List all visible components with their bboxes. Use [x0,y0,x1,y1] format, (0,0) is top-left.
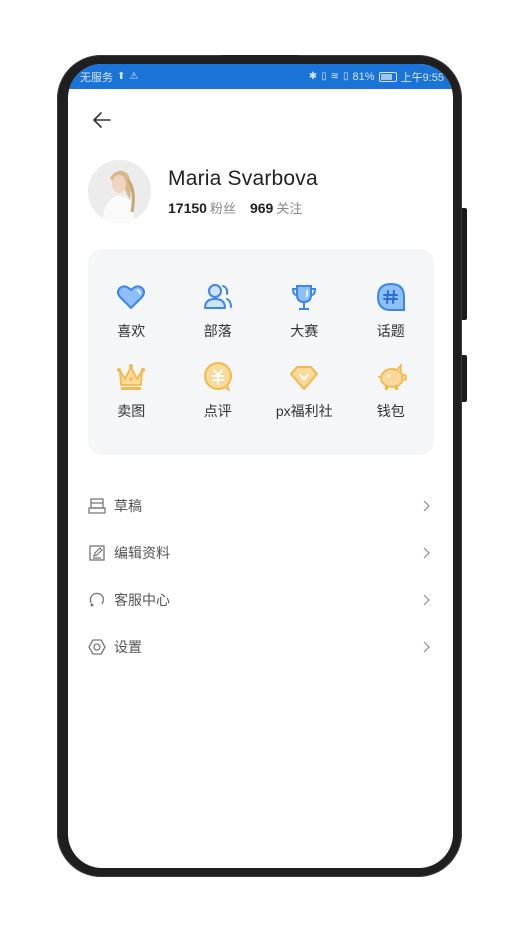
menu-item-edit-profile[interactable]: 编辑资料 [88,529,433,576]
bluetooth-icon: ✱ [308,71,318,82]
back-button[interactable] [90,108,114,132]
diamond-icon [290,366,319,390]
grid-item-label: 部落 [203,323,232,339]
grid-item-review[interactable]: 点评 [175,359,262,421]
clock: 上午9:55 [400,71,444,84]
grid-item-label: 话题 [376,323,405,339]
grid-item-label: 喜欢 [117,323,146,339]
upload-icon: ⬆ [117,71,126,82]
grid-item-wallet[interactable]: 钱包 [348,359,435,421]
grid-item-likes[interactable]: 喜欢 [88,279,175,341]
followers-label[interactable]: 粉丝 [210,198,236,217]
menu-item-customer-service[interactable]: 客服中心 [88,576,433,623]
grid-item-label: 大赛 [290,323,319,339]
grid-item-label: 钱包 [376,403,405,419]
edit-icon [89,544,105,561]
headset-icon [89,592,104,606]
chevron-right-icon [423,500,430,511]
chevron-right-icon [423,641,430,652]
grid-item-tribe[interactable]: 部落 [175,279,262,341]
chevron-right-icon [423,547,430,558]
battery-percent: 81% [352,70,375,83]
carrier-text: 无服务 [80,71,113,84]
hashtag-icon [376,282,405,311]
settings-menu: 草稿 编辑资料 客服中心 设置 [88,482,433,670]
chevron-right-icon [423,594,430,605]
status-bar: 无服务 ⬆ ⚠ ✱ ▯ ≋ ▯ 81% 上午9:55 [68,64,453,89]
avatar-image [88,160,151,223]
yuan-coin-icon [203,362,232,392]
followers-count[interactable]: 17150 [168,200,207,216]
menu-item-label: 编辑资料 [114,544,170,561]
power-button [462,208,467,320]
grid-item-label: 点评 [203,403,232,419]
arrow-left-icon [93,112,111,128]
drafts-icon [88,497,106,514]
menu-item-drafts[interactable]: 草稿 [88,482,433,529]
sim-icon: ▯ [343,71,349,82]
menu-item-settings[interactable]: 设置 [88,623,433,670]
grid-item-topics[interactable]: 话题 [348,279,435,341]
feature-grid: 喜欢 部落 大赛 话题 卖图 点评 px福利社 钱包 [88,249,434,455]
following-label[interactable]: 关注 [276,198,302,217]
vibrate-icon: ▯ [321,71,327,82]
heart-icon [117,285,146,309]
grid-item-label: 卖图 [117,403,146,419]
wifi-icon: ≋ [330,71,340,82]
profile-header: Maria Svarbova 17150 粉丝 969 关注 [88,160,318,223]
menu-item-label: 草稿 [114,497,142,514]
menu-item-label: 设置 [114,638,142,655]
grid-item-sell-photos[interactable]: 卖图 [88,359,175,421]
grid-item-contest[interactable]: 大赛 [261,279,348,341]
crown-icon [117,364,146,390]
notch [222,55,298,63]
grid-item-label: px福利社 [275,403,333,419]
warning-icon: ⚠ [129,71,139,82]
settings-icon [88,638,106,655]
battery-icon [378,71,397,82]
grid-item-px-welfare[interactable]: px福利社 [261,359,348,421]
profile-name: Maria Svarbova [168,166,318,190]
users-icon [203,284,232,309]
volume-button [462,355,467,402]
trophy-icon [292,285,317,310]
following-count[interactable]: 969 [250,200,273,216]
menu-item-label: 客服中心 [114,591,170,608]
piggy-bank-icon [377,362,407,390]
avatar[interactable] [88,160,151,223]
screen: 无服务 ⬆ ⚠ ✱ ▯ ≋ ▯ 81% 上午9:55 Maria Svarbov… [68,64,453,868]
